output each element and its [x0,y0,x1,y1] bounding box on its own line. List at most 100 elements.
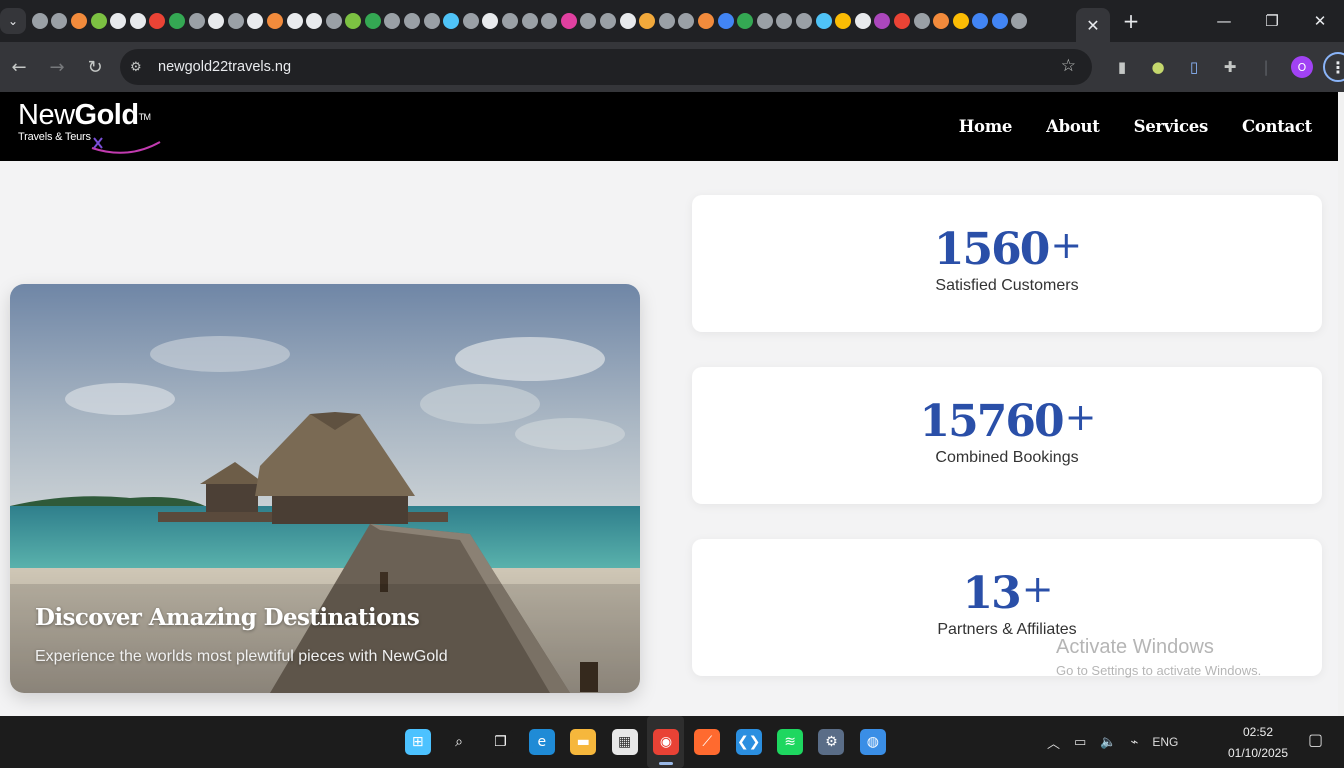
tab-favicon-icon[interactable] [972,13,989,29]
profile-avatar[interactable]: O [1291,56,1313,78]
tab-favicon-icon[interactable] [893,13,910,29]
tab-favicon-icon[interactable] [658,13,675,29]
browser-menu-icon[interactable]: ⋮ [1323,52,1344,82]
taskbar-start-button[interactable]: ⊞ [399,716,436,768]
tab-favicon-icon[interactable] [129,13,146,29]
tab-favicon-icon[interactable] [482,13,499,29]
stat-card-bookings: 15760+ Combined Bookings [692,367,1322,504]
tab-favicon-icon[interactable] [1011,13,1028,29]
extension-icon[interactable]: ▮ [1104,42,1140,92]
tab-favicon-icon[interactable] [600,13,617,29]
tab-favicon-icon[interactable] [952,13,969,29]
tab-favicon-icon[interactable] [835,13,852,29]
tab-favicon-icon[interactable] [776,13,793,29]
tab-favicon-icon[interactable] [31,13,48,29]
tab-favicon-icon[interactable] [364,13,381,29]
tab-favicon-icon[interactable] [874,13,891,29]
tab-favicon-icon[interactable] [51,13,68,29]
nav-home[interactable]: Home [959,117,1013,136]
tab-favicon-icon[interactable] [756,13,773,29]
tab-favicon-icon[interactable] [521,13,538,29]
tab-favicon-icon[interactable] [913,13,930,29]
tab-favicon-icon[interactable] [247,13,264,29]
tab-favicon-icon[interactable] [815,13,832,29]
restore-icon[interactable]: ❐ [1248,12,1296,30]
taskbar-task-view-button[interactable]: ❐ [482,716,519,768]
tab-favicon-icon[interactable] [697,13,714,29]
battery-icon[interactable]: ▭ [1074,735,1086,750]
tab-favicon-icon[interactable] [991,13,1008,29]
taskbar-brave-button[interactable]: ⟋ [689,716,726,768]
tab-favicon-icon[interactable] [208,13,225,29]
tab-favicon-icon[interactable] [149,13,166,29]
tab-favicon-icon[interactable] [384,13,401,29]
tab-favicon-icon[interactable] [560,13,577,29]
tab-favicon-icon[interactable] [90,13,107,29]
address-bar[interactable]: ⚙ newgold22travels.ng ☆ [120,49,1092,85]
close-window-icon[interactable]: ✕ [1296,12,1344,30]
tab-favicon-icon[interactable] [854,13,871,29]
nav-services[interactable]: Services [1134,117,1209,136]
tab-favicon-icon[interactable] [462,13,479,29]
tab-favicon-icon[interactable] [678,13,695,29]
taskbar-globe-app-button[interactable]: ◍ [854,716,891,768]
tab-favicon-icon[interactable] [423,13,440,29]
tray-chevron-icon[interactable]: ︿ [1047,733,1060,752]
tab-favicon-icon[interactable] [737,13,754,29]
tab-favicon-icon[interactable] [717,13,734,29]
tab-favicon-icon[interactable] [502,13,519,29]
volume-icon[interactable]: 🔈 [1100,735,1116,750]
tab-favicon-icon[interactable] [70,13,87,29]
page-scrollbar[interactable] [1338,92,1344,716]
taskbar-spotify-button[interactable]: ≋ [772,716,809,768]
tab-favicon-icon[interactable] [325,13,342,29]
extension-doc-icon[interactable]: ▯ [1176,42,1212,92]
tab-favicon-icon[interactable] [286,13,303,29]
nav-about[interactable]: About [1046,117,1100,136]
close-tab-icon[interactable]: ✕ [1086,16,1099,35]
forward-icon[interactable]: → [38,57,76,78]
taskbar-chrome-button[interactable]: ◉ [647,716,685,768]
window-controls: — ❐ ✕ [1200,0,1344,42]
extension-pear-icon[interactable]: ● [1140,42,1176,92]
site-info-icon[interactable]: ⚙ [130,60,148,75]
taskbar-search-button[interactable]: ⌕ [441,716,478,768]
tab-favicon-icon[interactable] [404,13,421,29]
newgold-logo[interactable]: NewGoldTM Travels & Teurs [18,100,188,154]
taskbar-settings-button[interactable]: ⚙ [813,716,850,768]
tab-favicon-icon[interactable] [227,13,244,29]
tab-favicon-icon[interactable] [443,13,460,29]
taskbar-file-explorer-button[interactable]: ▬ [565,716,602,768]
taskbar-vscode-button[interactable]: ❮❯ [730,716,767,768]
tab-search-chevron-icon[interactable]: ⌄ [0,8,26,34]
url-text[interactable]: newgold22travels.ng [158,59,291,75]
extensions-puzzle-icon[interactable]: ✚ [1212,42,1248,92]
taskbar-store-button[interactable]: ▦ [606,716,643,768]
bookmark-star-icon[interactable]: ☆ [1061,56,1076,76]
tab-favicon-icon[interactable] [188,13,205,29]
tab-favicon-icon[interactable] [795,13,812,29]
notifications-icon[interactable]: ▢ [1308,730,1323,749]
tab-favicon-icon[interactable] [266,13,283,29]
nav-contact[interactable]: Contact [1242,117,1312,136]
active-tab[interactable]: ✕ [1076,8,1110,42]
tab-favicon-icon[interactable] [619,13,636,29]
tab-favicon-icon[interactable] [110,13,127,29]
tab-favicon-icon[interactable] [168,13,185,29]
system-clock[interactable]: 02:52 01/10/2025 [1218,722,1298,764]
language-indicator[interactable]: ENG [1152,735,1178,749]
tab-favicon-icon[interactable] [541,13,558,29]
new-tab-button[interactable]: + [1116,9,1146,33]
tab-favicon-icon[interactable] [306,13,323,29]
stat-label: Combined Bookings [935,449,1079,466]
tab-favicon-icon[interactable] [580,13,597,29]
reload-icon[interactable]: ↻ [76,57,114,78]
network-icon[interactable]: ⌁ [1131,735,1139,750]
browser-toolbar: ← → ↻ ⚙ newgold22travels.ng ☆ ▮ ● ▯ ✚ | … [0,42,1344,92]
tab-favicon-icon[interactable] [639,13,656,29]
taskbar-edge-button[interactable]: e [523,716,560,768]
minimize-icon[interactable]: — [1200,12,1248,30]
tab-favicon-icon[interactable] [933,13,950,29]
tab-favicon-icon[interactable] [345,13,362,29]
back-icon[interactable]: ← [0,57,38,78]
